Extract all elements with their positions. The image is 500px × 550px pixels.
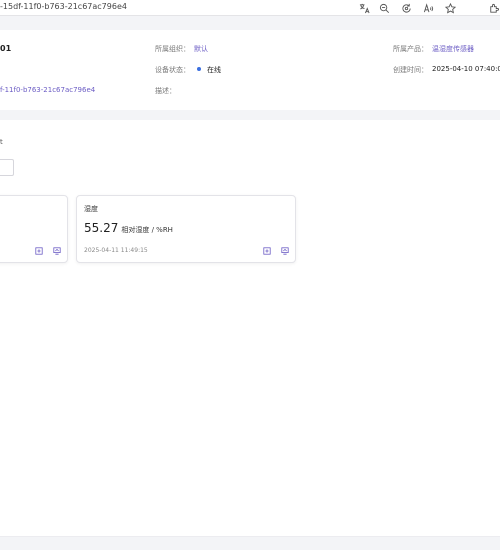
tab-fragment[interactable]: t [0, 138, 3, 146]
device-name: 01 [0, 44, 12, 53]
property-time: 2025-04-11 11:49:15 [84, 247, 148, 254]
refresh-icon[interactable] [399, 1, 413, 15]
property-unit: 相对湿度 / %RH [121, 226, 173, 234]
property-panel: t 湿度 55.27 相对湿度 / %RH 2025-04-11 11:49:15 [0, 120, 500, 536]
created-label: 创建时间： [393, 66, 428, 74]
browser-address-bar[interactable]: -15df-11f0-b763-21c67ac796e4 [0, 0, 500, 16]
translate-icon[interactable] [357, 1, 371, 15]
device-id[interactable]: f-11f0-b763-21c67ac796e4 [0, 86, 95, 94]
extensions-icon[interactable] [486, 1, 500, 15]
read-aloud-icon[interactable] [421, 1, 435, 15]
property-value: 55.27 相对湿度 / %RH [84, 221, 173, 235]
org-label: 所属组织： [155, 45, 190, 53]
property-detail-icon[interactable] [262, 246, 271, 255]
property-chart-icon[interactable] [52, 246, 61, 255]
favorite-icon[interactable] [443, 1, 457, 15]
property-chart-icon[interactable] [280, 246, 289, 255]
property-detail-icon[interactable] [34, 246, 43, 255]
org-value[interactable]: 默认 [194, 44, 208, 54]
zoom-out-icon[interactable] [377, 1, 391, 15]
bottom-strip [0, 536, 500, 550]
description-label: 描述： [155, 87, 176, 95]
product-value[interactable]: 温湿度传感器 [432, 44, 474, 54]
product-label: 所属产品： [393, 45, 428, 53]
device-info-panel: 01 f-11f0-b763-21c67ac796e4 所属组织： 默认 设备状… [0, 30, 500, 110]
status-label: 设备状态： [155, 66, 190, 74]
status-dot-icon [197, 67, 201, 71]
status-value: 在线 [207, 66, 221, 74]
property-name: 湿度 [84, 205, 98, 213]
address-url[interactable]: -15df-11f0-b763-21c67ac796e4 [0, 2, 127, 11]
property-card: 湿度 55.27 相对湿度 / %RH 2025-04-11 11:49:15 [76, 195, 296, 263]
created-value: 2025-04-10 07:40:08 [432, 65, 500, 73]
property-card [0, 195, 68, 263]
search-input[interactable] [0, 159, 14, 176]
